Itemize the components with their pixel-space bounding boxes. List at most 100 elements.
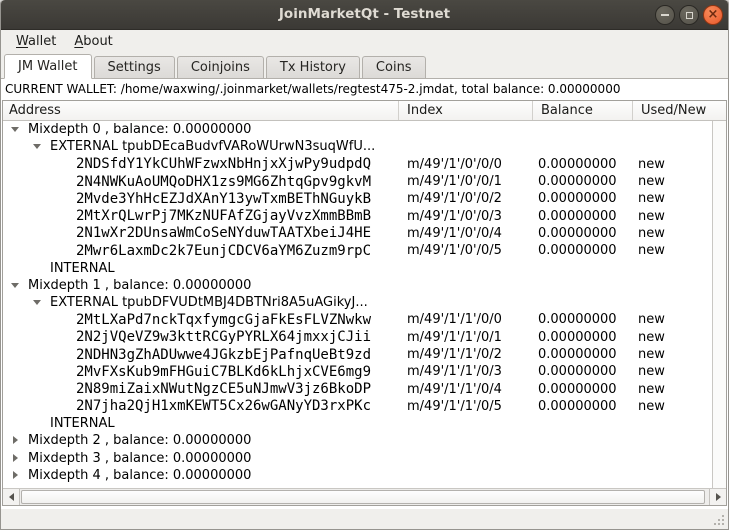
- address-text: Mixdepth 4 , balance: 0.00000000: [28, 468, 251, 483]
- tab-coins[interactable]: Coins: [362, 56, 426, 78]
- menu-accel: A: [74, 34, 83, 49]
- chevron-right-icon[interactable]: [11, 471, 20, 480]
- tree-row[interactable]: 2N89miZaixNWutNgzCE5uNJmwV3jz6BkoDPm/49'…: [3, 380, 726, 397]
- close-button[interactable]: ×: [703, 5, 723, 25]
- cell-index: m/49'/1'/0'/0/1: [399, 174, 533, 189]
- column-header-index[interactable]: Index: [399, 101, 533, 120]
- tab-settings[interactable]: Settings: [94, 56, 175, 78]
- cell-index: m/49'/1'/0'/0/5: [399, 243, 533, 258]
- column-header-address[interactable]: Address: [3, 101, 399, 120]
- cell-balance: 0.00000000: [533, 174, 633, 189]
- address-text: 2MvFXsKub9mFHGuiC7BLKd6kLhjxCVE6mg9: [76, 364, 371, 380]
- tab-coinjoins[interactable]: Coinjoins: [177, 56, 264, 78]
- chevron-down-icon[interactable]: [33, 142, 42, 151]
- cell-index: m/49'/1'/1'/0/1: [399, 330, 533, 345]
- chevron-down-icon[interactable]: [11, 281, 20, 290]
- scrollbar-track[interactable]: [20, 489, 709, 505]
- cell-address: EXTERNAL tpubDFVUDtMBJ4DBTNri8A5uAGikyJ.…: [3, 295, 399, 310]
- arrow-right-icon: [716, 493, 721, 501]
- tree-row[interactable]: 2N1wXr2DUnsaWmCoSeNYduwTAATXbeiJ4HEm/49'…: [3, 225, 726, 242]
- tree-row[interactable]: 2NDHN3gZhADUwwe4JGkzbEjPafnqUeBt9zdm/49'…: [3, 346, 726, 363]
- scrollbar-thumb[interactable]: [21, 490, 705, 504]
- cell-balance: 0.00000000: [533, 364, 633, 379]
- cell-address: 2MtLXaPd7nckTqxfymgcGjaFkEsFLVZNwkw: [3, 312, 399, 328]
- cell-balance: 0.00000000: [533, 209, 633, 224]
- tree-row[interactable]: 2MtXrQLwrPj7MKzNUFAfZGjayVvzXmmBBmBm/49'…: [3, 207, 726, 224]
- app-window: JoinMarketQt - Testnet × WalletAbout JM …: [0, 0, 729, 530]
- tree-row[interactable]: INTERNAL: [3, 259, 726, 276]
- tree-row[interactable]: 2N7jha2QjH1xmKEWT5Cx26wGANyYD3rxPKcm/49'…: [3, 398, 726, 415]
- tree-row[interactable]: Mixdepth 2 , balance: 0.00000000: [3, 432, 726, 449]
- minimize-icon: [661, 14, 669, 16]
- menu-item-about[interactable]: About: [65, 32, 121, 51]
- menubar: WalletAbout: [1, 30, 728, 53]
- address-text: 2N7jha2QjH1xmKEWT5Cx26wGANyYD3rxPKc: [76, 398, 371, 414]
- scroll-left-button[interactable]: [3, 489, 20, 505]
- scroll-right-button[interactable]: [709, 489, 726, 505]
- cell-address: 2N2jVQeVZ9w3kttRCGyPYRLX64jmxxjCJii: [3, 329, 399, 345]
- tree-row[interactable]: 2Mvde3YhHcEZJdXAnY13ywTxmBEThNGuykBm/49'…: [3, 190, 726, 207]
- address-text: 2N1wXr2DUnsaWmCoSeNYduwTAATXbeiJ4HE: [76, 225, 371, 241]
- maximize-button[interactable]: [679, 5, 699, 25]
- address-text: Mixdepth 0 , balance: 0.00000000: [28, 122, 251, 137]
- address-text: INTERNAL: [50, 416, 115, 431]
- column-header-balance[interactable]: Balance: [533, 101, 633, 120]
- horizontal-scrollbar[interactable]: [3, 488, 726, 505]
- chevron-down-icon[interactable]: [11, 125, 20, 134]
- resize-grip[interactable]: [712, 513, 724, 525]
- tab-jm-wallet[interactable]: JM Wallet: [4, 54, 92, 79]
- menu-item-label: allet: [28, 34, 56, 49]
- cell-address: Mixdepth 2 , balance: 0.00000000: [3, 433, 399, 448]
- tree-row[interactable]: 2MvFXsKub9mFHGuiC7BLKd6kLhjxCVE6mg9 m/49'…: [3, 363, 726, 380]
- tree-row[interactable]: 2N4NWKuAoUMQoDHX1zs9MG6ZhtqGpv9gkvMm/49'…: [3, 173, 726, 190]
- titlebar[interactable]: JoinMarketQt - Testnet ×: [1, 0, 728, 30]
- tree-row[interactable]: Mixdepth 3 , balance: 0.00000000: [3, 450, 726, 467]
- cell-balance: 0.00000000: [533, 243, 633, 258]
- tree-row[interactable]: Mixdepth 4 , balance: 0.00000000: [3, 467, 726, 484]
- cell-address: 2Mwr6LaxmDc2k7EunjCDCV6aYM6Zuzm9rpC: [3, 243, 399, 259]
- address-text: Mixdepth 2 , balance: 0.00000000: [28, 433, 251, 448]
- tab-tx-history[interactable]: Tx History: [266, 56, 360, 78]
- cell-balance: 0.00000000: [533, 226, 633, 241]
- tree-row[interactable]: 2NDSfdY1YkCUhWFzwxNbHnjxXjwPy9udpdQm/49'…: [3, 156, 726, 173]
- cell-address: Mixdepth 3 , balance: 0.00000000: [3, 451, 399, 466]
- tree-row[interactable]: Mixdepth 0 , balance: 0.00000000: [3, 121, 726, 138]
- close-icon: ×: [708, 8, 719, 21]
- cell-address: 2NDHN3gZhADUwwe4JGkzbEjPafnqUeBt9zd: [3, 347, 399, 363]
- tree-row[interactable]: 2N2jVQeVZ9w3kttRCGyPYRLX64jmxxjCJii m/49'…: [3, 329, 726, 346]
- cell-balance: 0.00000000: [533, 347, 633, 362]
- tree-row[interactable]: EXTERNAL tpubDFVUDtMBJ4DBTNri8A5uAGikyJ.…: [3, 294, 726, 311]
- chevron-right-icon[interactable]: [11, 454, 20, 463]
- cell-address: 2N7jha2QjH1xmKEWT5Cx26wGANyYD3rxPKc: [3, 398, 399, 414]
- minimize-button[interactable]: [655, 5, 675, 25]
- wallet-address-tree[interactable]: AddressIndexBalanceUsed/New Mixdepth 0 ,…: [2, 100, 727, 506]
- cell-balance: 0.00000000: [533, 191, 633, 206]
- address-text: 2N2jVQeVZ9w3kttRCGyPYRLX64jmxxjCJii: [76, 329, 371, 345]
- cell-index: m/49'/1'/1'/0/3: [399, 364, 533, 379]
- tree-row[interactable]: 2MtLXaPd7nckTqxfymgcGjaFkEsFLVZNwkwm/49'…: [3, 311, 726, 328]
- chevron-right-icon[interactable]: [11, 436, 20, 445]
- tab-page-jm-wallet: CURRENT WALLET: /home/waxwing/.joinmarke…: [1, 79, 728, 509]
- cell-address: Mixdepth 4 , balance: 0.00000000: [3, 468, 399, 483]
- cell-index: m/49'/1'/1'/0/0: [399, 312, 533, 327]
- cell-address: INTERNAL: [3, 416, 399, 431]
- menu-accel: W: [16, 34, 28, 49]
- cell-address: INTERNAL: [3, 261, 399, 276]
- column-header-used-new[interactable]: Used/New: [633, 101, 726, 120]
- tree-row[interactable]: 2Mwr6LaxmDc2k7EunjCDCV6aYM6Zuzm9rpCm/49'…: [3, 242, 726, 259]
- cell-index: m/49'/1'/0'/0/0: [399, 157, 533, 172]
- tree-row[interactable]: Mixdepth 1 , balance: 0.00000000: [3, 277, 726, 294]
- tree-row[interactable]: EXTERNAL tpubDEcaBudvfVARoWUrwN3suqWfU..…: [3, 138, 726, 155]
- cell-address: 2N1wXr2DUnsaWmCoSeNYduwTAATXbeiJ4HE: [3, 225, 399, 241]
- cell-address: 2MvFXsKub9mFHGuiC7BLKd6kLhjxCVE6mg9: [3, 364, 399, 380]
- cell-balance: 0.00000000: [533, 330, 633, 345]
- cell-address: EXTERNAL tpubDEcaBudvfVARoWUrwN3suqWfU..…: [3, 139, 399, 154]
- vertical-scrollbar[interactable]: [712, 121, 726, 488]
- cell-address: 2N4NWKuAoUMQoDHX1zs9MG6ZhtqGpv9gkvM: [3, 174, 399, 190]
- cell-index: m/49'/1'/0'/0/3: [399, 209, 533, 224]
- tab-bar: JM WalletSettingsCoinjoinsTx HistoryCoin…: [1, 53, 728, 79]
- tree-row[interactable]: INTERNAL: [3, 415, 726, 432]
- chevron-down-icon[interactable]: [33, 298, 42, 307]
- address-text: Mixdepth 1 , balance: 0.00000000: [28, 278, 251, 293]
- menu-item-wallet[interactable]: Wallet: [7, 32, 65, 51]
